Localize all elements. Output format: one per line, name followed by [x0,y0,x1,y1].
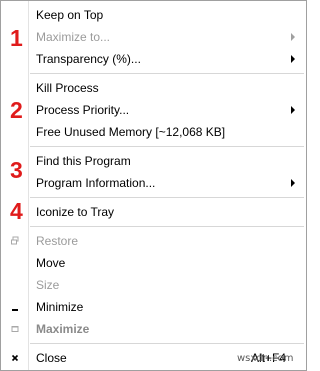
menu-item-keep-on-top[interactable]: Keep on Top [1,4,306,26]
menu-item-label: Move [36,256,66,270]
close-icon [11,354,19,362]
menu-item-iconize-to-tray[interactable]: Iconize to Tray [1,201,306,223]
maximize-icon [11,326,19,332]
menu-item-label: Keep on Top [36,8,104,22]
watermark: wsxdn.com [237,353,294,364]
minimize-icon [12,309,18,311]
submenu-arrow-icon [291,55,295,63]
menu-item-label: Kill Process [36,81,99,95]
menu-item-restore[interactable]: Restore [1,230,306,252]
menu-item-minimize[interactable]: Minimize [1,296,306,318]
menu-item-transparency[interactable]: Transparency (%)... [1,48,306,70]
menu-item-maximize-to[interactable]: Maximize to... [1,26,306,48]
menu-item-free-unused-memory[interactable]: Free Unused Memory [~12,068 KB] [1,121,306,143]
menu-item-label: Restore [36,234,79,248]
menu-item-kill-process[interactable]: Kill Process [1,77,306,99]
restore-icon [11,236,19,245]
menu-item-label: Maximize [36,322,90,336]
menu-item-move[interactable]: Move [1,252,306,274]
menu-item-label: Maximize to... [36,30,111,44]
menu-item-find-program[interactable]: Find this Program [1,150,306,172]
menu-item-label: Free Unused Memory [~12,068 KB] [36,125,226,139]
menu-item-label: Size [36,278,60,292]
menu-item-label: Transparency (%)... [36,52,141,66]
menu-item-label: Close [36,351,67,365]
menu-item-label: Process Priority... [36,103,130,117]
context-menu: 1 2 3 4 Keep on Top Maximize to... Trans… [0,0,307,371]
menu-item-label: Find this Program [36,154,131,168]
menu-separator [30,197,304,198]
menu-separator [30,226,304,227]
submenu-arrow-icon [291,106,295,114]
menu-separator [30,73,304,74]
menu-item-label: Iconize to Tray [36,205,115,219]
menu-separator [30,146,304,147]
submenu-arrow-icon [291,179,295,187]
menu-separator [30,343,304,344]
menu-item-size[interactable]: Size [1,274,306,296]
menu-item-process-priority[interactable]: Process Priority... [1,99,306,121]
menu-item-maximize[interactable]: Maximize [1,318,306,340]
menu-item-program-information[interactable]: Program Information... [1,172,306,194]
menu-item-label: Program Information... [36,176,156,190]
submenu-arrow-icon [291,33,295,41]
menu-item-label: Minimize [36,300,84,314]
